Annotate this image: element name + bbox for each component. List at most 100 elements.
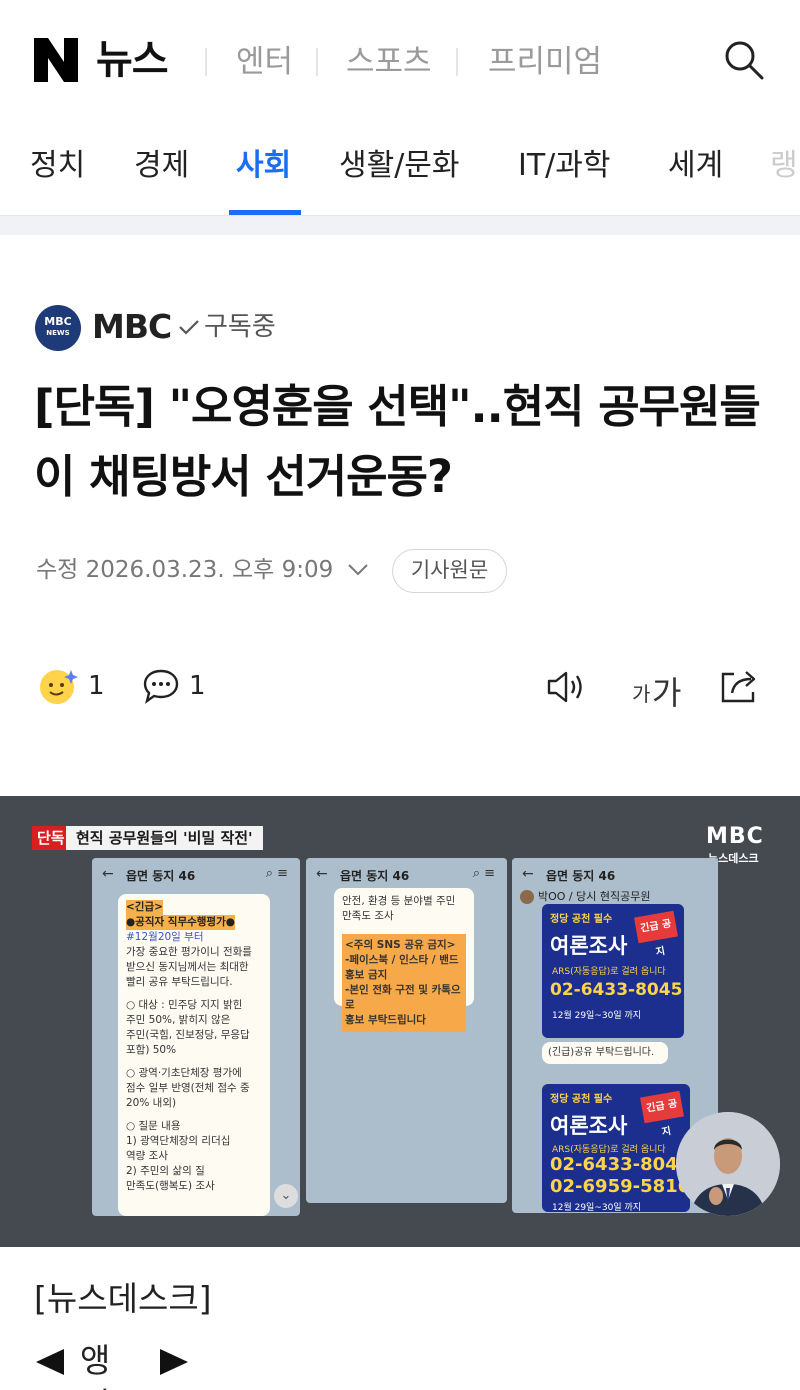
chat-line: 포함) 50% [126,1044,177,1056]
interpreter-figure-icon [676,1112,780,1216]
poster-ars-text: ARS(자동응답)로 걸려 옵니다 [552,967,666,977]
category-tabs: 정치 경제 사회 생활/문화 IT/과학 세계 랭 [0,122,800,216]
check-icon [179,320,199,335]
font-size-button[interactable]: 가 가 [632,668,688,712]
poster-title: 여론조사 [550,1114,628,1138]
chat-line: 만족도 조사 [342,910,394,922]
chat-line: 역량 조사 [126,1150,168,1162]
tab-ranking[interactable]: 랭 [770,144,798,188]
reaction-emoji-icon[interactable] [38,666,80,706]
article-body-program: [뉴스데스크] [34,1279,212,1318]
chat-screenshot-1: ← 읍면 동지 46 ⌕ ≡ <긴급> ●공직자 직무수행평가● #12월20일… [92,858,300,1216]
poster-top-text: 정당 공천 필수 [550,1094,613,1105]
chat-line: 홍보 부탁드립니다 [345,1014,426,1026]
triangle-left-icon [36,1349,64,1375]
font-size-small-label: 가 [632,682,651,706]
chat-line: -본인 전화 구전 및 카톡으로 [345,984,461,1011]
anchor-text: 앵커 [80,1341,111,1390]
poster-date: 12월 29일~30일 까지 [552,1203,642,1212]
poster-title: 여론조사 [550,934,628,958]
chat-line: 주민(국힘, 진보정당, 무응답 [126,1029,250,1041]
press-logo[interactable]: MBC NEWS [35,305,81,351]
press-name[interactable]: MBC [92,306,172,348]
speaker-icon[interactable] [545,668,589,706]
back-arrow-icon: ← [316,866,328,882]
video-caption: 현직 공무원들의 '비밀 작전' [66,826,263,850]
chat-title: 읍면 동지 46 [126,869,196,883]
nav-premium[interactable]: 프리미엄 [488,40,602,84]
sender-name: 박OO / 당시 현직공무원 [538,890,651,903]
nav-divider [456,48,458,76]
search-icon[interactable] [722,38,766,82]
chat-title: 읍면 동지 46 [546,869,616,883]
sign-language-interpreter [676,1112,780,1216]
chat-line: 안전, 환경 등 분야별 주민 [342,895,456,907]
chat-line: 가장 중요한 평가이니 전화를 [126,946,252,958]
chat-header: ← 읍면 동지 46 ⌕ ≡ [306,858,507,890]
chat-line: 빨리 공유 부탁드립니다. [126,976,233,988]
sender-avatar [520,890,534,904]
tab-life-culture[interactable]: 생활/문화 [339,144,460,188]
chat-tools-icon: ⌕ ≡ [472,866,495,881]
back-arrow-icon: ← [522,866,534,882]
share-icon[interactable] [718,666,762,706]
article-title: [단독] "오영훈을 선택"..현직 공무원들이 채팅방서 선거운동? [34,380,761,503]
poster-phone-number: 02-6433-8045 [550,1154,690,1175]
nav-sports[interactable]: 스포츠 [346,40,432,84]
poster-badge: 긴급 공지 [640,1090,684,1138]
chat-line: 점수 일부 반영(전체 점수 중 [126,1082,250,1094]
chat-line: 만족도(행복도) 조사 [126,1180,215,1192]
tab-it-science[interactable]: IT/과학 [518,144,610,188]
chat-line: 주민 50%, 밝히지 않은 [126,1014,231,1026]
chat-bubble: 안전, 환경 등 분야별 주민 만족도 조사 <주의 SNS 공유 금지> -페… [334,888,474,1032]
chevron-down-icon[interactable] [346,560,370,580]
triangle-right-icon [160,1349,188,1375]
exclusive-badge: 단독 [32,826,70,850]
broadcaster-logo: MBC [706,824,764,849]
reaction-count: 1 [88,671,105,701]
chat-line: ○ 질문 내용 [126,1120,181,1132]
chat-title: 읍면 동지 46 [340,869,410,883]
poster-phone-number: 02-6959-5816 [550,1176,690,1197]
comment-count: 1 [189,671,206,701]
chat-line: ○ 광역·기초단체장 평가에 [126,1067,242,1079]
chat-bubble: <긴급> ●공직자 직무수행평가● #12월20일 부터 가장 중요한 평가이니… [118,894,270,1216]
video-player[interactable]: 단독 현직 공무원들의 '비밀 작전' MBC 뉴스데스크 ← 읍면 동지 46… [0,796,800,1247]
tab-world[interactable]: 세계 [668,144,723,188]
comment-icon[interactable] [142,668,180,704]
top-header: 뉴스 엔터 스포츠 프리미엄 [0,0,800,122]
chat-line: 2) 주민의 삶의 질 [126,1165,205,1177]
poster-badge: 긴급 공지 [634,910,678,958]
nav-entertainment[interactable]: 엔터 [236,40,293,84]
subscribe-label: 구독중 [204,312,276,342]
tab-society[interactable]: 사회 [236,144,291,188]
poster-phone-number: 02-6433-8045 [550,980,683,1000]
chat-line: <긴급> [126,900,163,915]
survey-poster: 정당 공천 필수 긴급 공지 여론조사 ARS(자동응답)로 걸려 옵니다 02… [542,904,684,1038]
back-arrow-icon: ← [102,866,114,882]
chat-line: ●공직자 직무수행평가● [126,915,235,930]
tab-economy[interactable]: 경제 [134,144,189,188]
poster-top-text: 정당 공천 필수 [550,914,613,925]
chat-line: ○ 대상 : 민주당 지지 밝힌 [126,999,243,1011]
scroll-down-icon: ⌄ [274,1184,298,1208]
chat-line: -페이스북 / 인스타 / 밴드 [345,954,459,966]
nav-divider [316,48,318,76]
original-article-button[interactable]: 기사원문 [392,549,507,593]
naver-n-logo[interactable] [32,36,80,84]
article-date: 수정 2026.03.23. 오후 9:09 [36,557,334,583]
poster-date: 12월 29일~30일 까지 [552,1011,642,1021]
chat-line: 1) 광역단체장의 리더십 [126,1135,231,1147]
tab-politics[interactable]: 정치 [30,144,85,188]
chat-tools-icon: ⌕ ≡ [265,866,288,881]
chat-bubble: (긴급)공유 부탁드립니다. [542,1042,668,1064]
chat-line: #12월20일 부터 [126,931,204,943]
news-logo-text[interactable]: 뉴스 [96,36,169,84]
chat-header: ← 읍면 동지 46 [512,858,718,890]
section-divider [0,215,800,235]
font-size-big-label: 가 [652,674,682,712]
chat-line: 받으신 동지님께서는 최대한 [126,961,249,973]
chat-screenshot-2: ← 읍면 동지 46 ⌕ ≡ 안전, 환경 등 분야별 주민 만족도 조사 <주… [306,858,507,1203]
nav-divider [205,48,207,76]
chat-line: 20% 내외) [126,1097,177,1109]
